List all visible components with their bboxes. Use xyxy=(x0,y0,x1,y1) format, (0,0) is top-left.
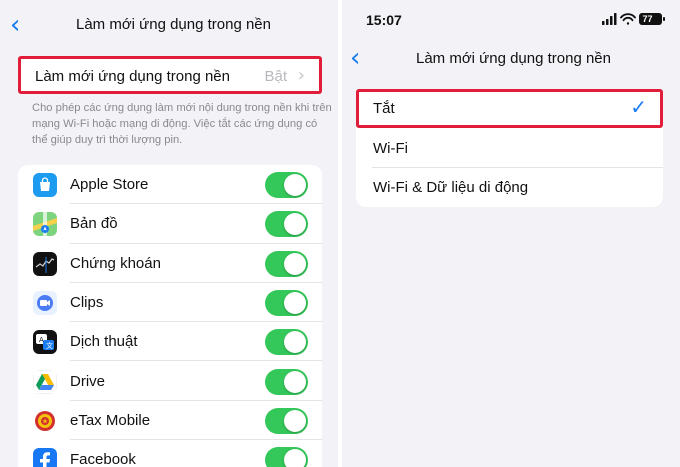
list-item: eTax Mobile xyxy=(18,401,322,441)
app-name: eTax Mobile xyxy=(70,411,151,429)
app-name: Chứng khoán xyxy=(70,254,161,272)
list-item: A 文 Dịch thuật xyxy=(18,322,322,362)
status-time: 15:07 xyxy=(366,12,402,28)
list-item: Apple Store xyxy=(18,165,322,205)
chevron-left-icon[interactable]: ‹ xyxy=(10,12,20,38)
battery-level: 77 xyxy=(642,14,653,24)
app-refresh-toggle[interactable] xyxy=(265,211,308,238)
app-name: Apple Store xyxy=(70,176,149,193)
right-screen: 15:07 77 ‹ Làm mới ứng dụng trong nền Tắ… xyxy=(342,0,680,467)
app-refresh-toggle[interactable] xyxy=(265,172,308,198)
refresh-options-list: Tắt ✓ Wi-Fi Wi-Fi & Dữ liệu di động xyxy=(356,89,663,207)
facebook-icon xyxy=(33,448,57,467)
list-item: Chứng khoán xyxy=(18,244,322,283)
option-label: Tắt xyxy=(373,100,395,117)
left-screen: ‹ Làm mới ứng dụng trong nền Làm mới ứng… xyxy=(0,0,338,467)
list-item: Clips xyxy=(18,283,322,323)
background-refresh-setting-row[interactable]: Làm mới ứng dụng trong nền Bật › xyxy=(18,56,322,94)
svg-text:文: 文 xyxy=(46,341,53,350)
cellular-signal-icon xyxy=(602,13,617,25)
page-title: Làm mới ứng dụng trong nền xyxy=(416,50,611,67)
app-name: Dịch thuật xyxy=(70,333,138,351)
app-refresh-toggle[interactable] xyxy=(265,407,308,434)
setting-label: Làm mới ứng dụng trong nền xyxy=(35,68,230,85)
app-name: Facebook xyxy=(70,451,136,467)
option-label: Wi-Fi & Dữ liệu di động xyxy=(373,179,529,196)
svg-text:A: A xyxy=(39,336,44,344)
clips-icon xyxy=(33,290,57,315)
wifi-icon xyxy=(620,13,636,25)
app-name: Clips xyxy=(70,293,104,311)
option-wifi[interactable]: Wi-Fi xyxy=(356,129,663,168)
option-wifi-cellular[interactable]: Wi-Fi & Dữ liệu di động xyxy=(356,168,663,207)
setting-value: Bật xyxy=(264,68,287,85)
app-refresh-toggle[interactable] xyxy=(265,447,308,467)
app-refresh-toggle[interactable] xyxy=(265,289,308,316)
maps-icon xyxy=(33,212,57,237)
list-item: Facebook xyxy=(18,440,322,467)
app-name: Drive xyxy=(70,372,106,390)
app-name: Bản đồ xyxy=(70,215,118,233)
app-refresh-toggle[interactable] xyxy=(265,250,308,277)
etax-mobile-icon xyxy=(33,408,57,433)
checkmark-icon: ✓ xyxy=(630,95,647,119)
app-refresh-toggle[interactable] xyxy=(265,329,308,356)
drive-icon xyxy=(33,369,57,394)
page-title: Làm mới ứng dụng trong nền xyxy=(76,16,271,33)
setting-description: Cho phép các ứng dụng làm mới nội dung t… xyxy=(32,102,332,146)
apple-store-icon xyxy=(33,173,57,197)
option-label: Wi-Fi xyxy=(373,140,408,157)
option-off[interactable]: Tắt ✓ xyxy=(356,89,663,128)
stocks-icon xyxy=(33,251,57,276)
chevron-left-icon[interactable]: ‹ xyxy=(350,45,360,71)
app-refresh-toggle[interactable] xyxy=(265,368,308,395)
list-item: Bản đồ xyxy=(18,204,322,244)
app-list: Apple Store Bản đồ Chứng khoán Clips A 文… xyxy=(18,165,322,467)
translate-icon: A 文 xyxy=(33,330,57,355)
chevron-right-icon: › xyxy=(297,65,305,86)
list-item: Drive xyxy=(18,362,322,401)
